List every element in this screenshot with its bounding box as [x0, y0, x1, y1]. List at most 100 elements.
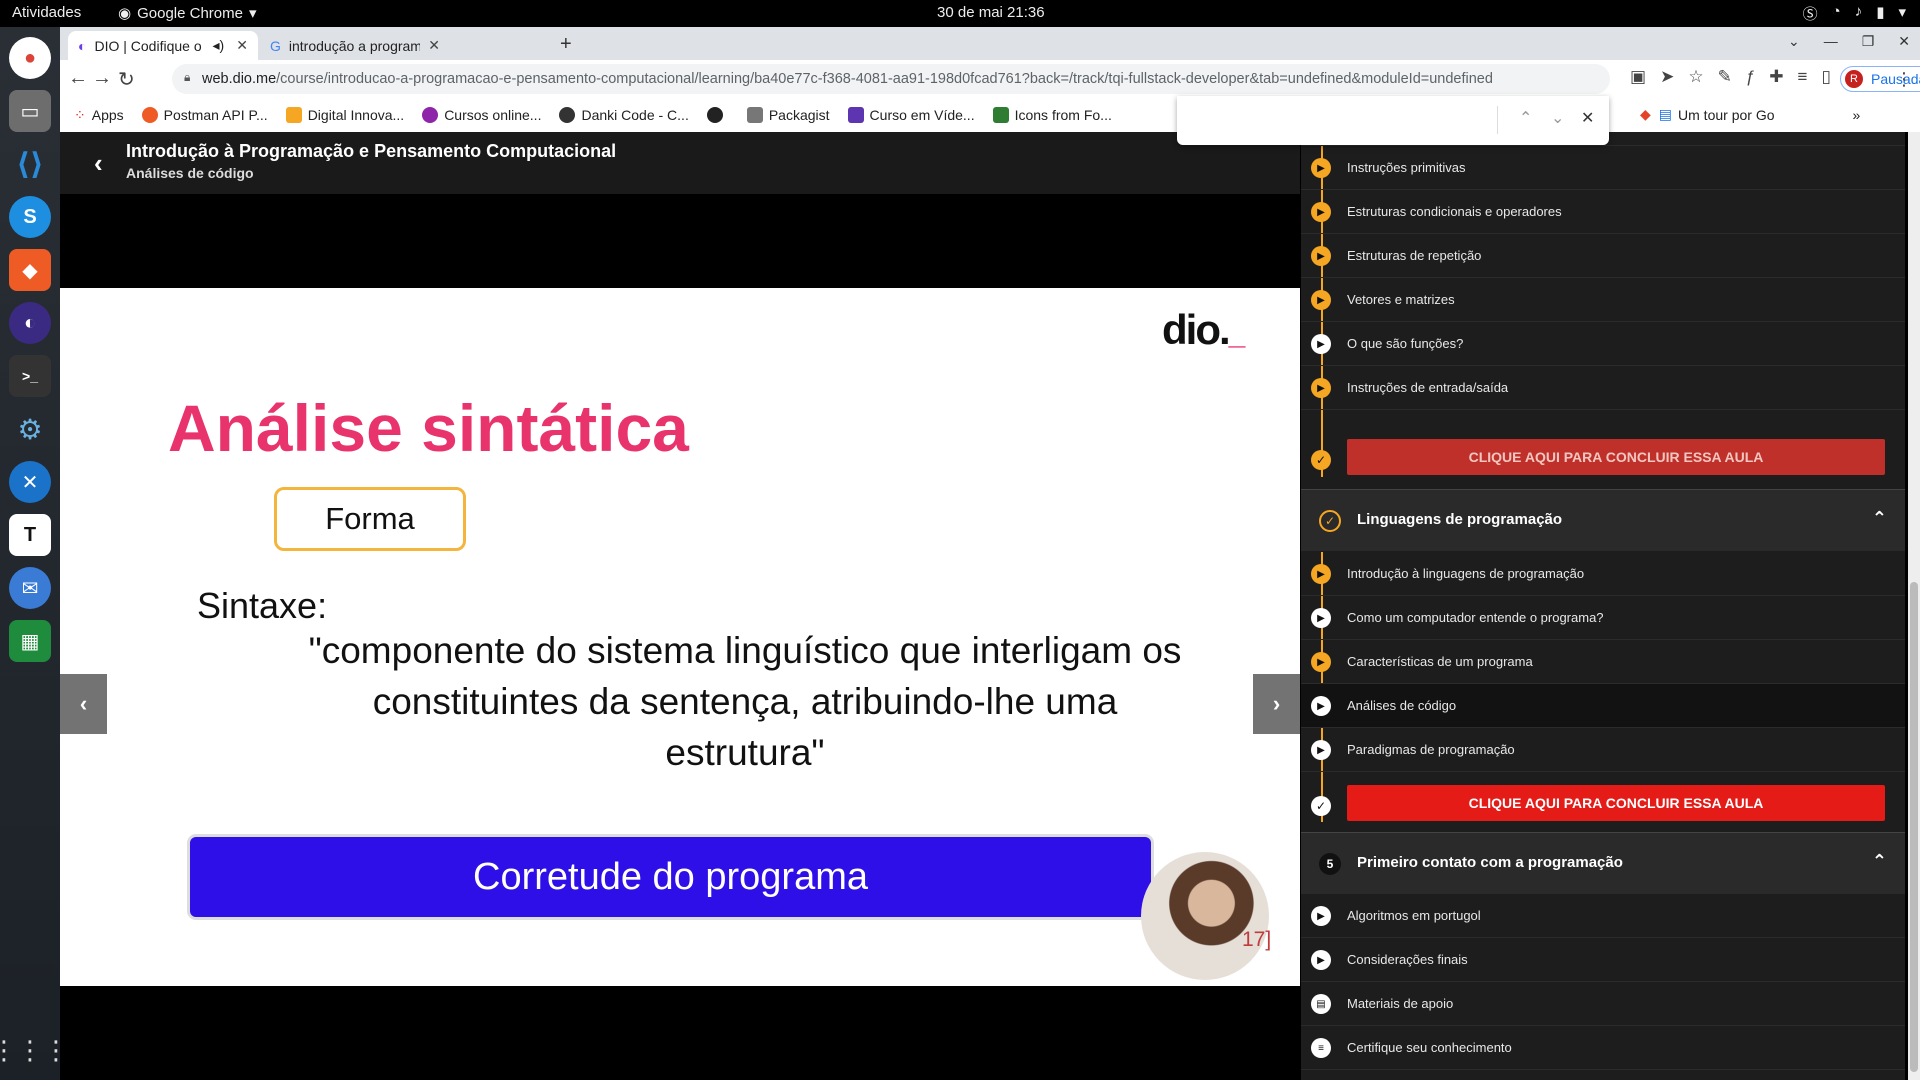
bookmark-cursos[interactable]: Cursos online... [422, 107, 541, 123]
lesson-item[interactable]: ≡ Certifique seu conhecimento [1301, 1026, 1905, 1070]
chevron-up-icon[interactable]: ⌃ [1872, 851, 1887, 872]
new-tab-icon[interactable]: + [560, 33, 572, 56]
skype-tray-icon[interactable]: Ⓢ [1803, 3, 1818, 24]
system-topbar: Atividades ◉ Google Chrome ▾ 30 de mai 21:… [0, 0, 1920, 27]
bookmark-postman[interactable]: Postman API P... [141, 107, 268, 123]
lesson-label: Introdução à linguagens de programação [1347, 566, 1585, 581]
audio-icon[interactable]: ◂) [212, 37, 224, 54]
bookmark-label: Icons from Fo... [1014, 107, 1112, 123]
vscode-dock-icon[interactable]: ⟨⟩ [9, 143, 51, 185]
chrome-dock-icon[interactable]: ● [9, 37, 51, 79]
formula-icon[interactable]: ƒ [1746, 67, 1755, 87]
play-icon: ▶ [1311, 906, 1331, 926]
forma-bubble: Forma [274, 487, 466, 551]
lesson-item[interactable]: ▶ Instruções de entrada/saída [1301, 366, 1905, 410]
lesson-item[interactable]: ▶ Estruturas condicionais e operadores [1301, 190, 1905, 234]
chevron-up-icon[interactable]: ⌃ [1872, 508, 1887, 529]
postman-icon [141, 107, 158, 123]
address-bar[interactable]: web.dio.me/course/introducao-a-programac… [172, 64, 1610, 94]
lesson-item[interactable]: ▶ Paradigmas de programação [1301, 728, 1905, 772]
bookmark-github[interactable] [706, 107, 729, 123]
bookmark-apps[interactable]: ⁘ Apps [74, 107, 124, 124]
minimize-icon[interactable]: — [1824, 33, 1838, 50]
thunderbird-dock-icon[interactable]: ✉ [9, 567, 51, 609]
postman-dock-icon[interactable]: ◆ [9, 249, 51, 291]
extensions-icon[interactable]: ✚ [1769, 67, 1783, 87]
back-arrow-icon[interactable]: ‹ [94, 148, 103, 179]
video-slide[interactable]: dio._ Análise sintática Forma Sintaxe: "… [60, 288, 1300, 986]
lesson-item[interactable]: ▤ Materiais de apoio [1301, 982, 1905, 1026]
reload-icon[interactable]: ↻ [118, 67, 135, 92]
compass-dock-icon[interactable]: ✕ [9, 461, 51, 503]
media-icon[interactable]: ≡ [1798, 67, 1808, 87]
lesson-item-current[interactable]: ▶ Análises de código [1301, 684, 1905, 728]
page-scrollbar[interactable] [1908, 132, 1920, 1080]
find-next-icon[interactable]: ⌄ [1551, 108, 1564, 128]
lesson-item[interactable]: ▶ Considerações finais [1301, 938, 1905, 982]
forward-icon[interactable]: → [92, 67, 112, 90]
tab-search-icon[interactable]: ⌄ [1788, 33, 1800, 50]
skype-dock-icon[interactable]: S [9, 196, 51, 238]
bookmark-label: Danki Code - C... [581, 107, 689, 123]
bookmark-label: Digital Innova... [307, 107, 405, 123]
system-tray[interactable]: Ⓢ ◔ ♪ ▮ ▾ [1803, 3, 1906, 24]
lesson-label: Materiais de apoio [1347, 996, 1454, 1011]
lesson-item[interactable]: ▶ Características de um programa [1301, 640, 1905, 684]
close-tab-icon[interactable]: ✕ [428, 37, 440, 54]
slide-title: Análise sintática [168, 391, 689, 465]
more-bookmarks-icon[interactable]: » [1853, 107, 1861, 123]
close-tab-icon[interactable]: ✕ [236, 37, 248, 54]
bookmark-star-icon[interactable]: ☆ [1688, 67, 1703, 87]
bookmark-dio[interactable]: Digital Innova... [285, 107, 405, 123]
lock-icon[interactable]: 🔒︎ [184, 70, 190, 85]
module-header[interactable]: ✓ Linguagens de programação ⌃ [1301, 489, 1905, 551]
module-header[interactable]: 5 Primeiro contato com a programação ⌃ [1301, 832, 1905, 894]
bookmark-danki[interactable]: Danki Code - C... [559, 107, 689, 123]
lesson-item[interactable]: ▶ Como um computador entende o programa? [1301, 596, 1905, 640]
lesson-item[interactable]: ▶ O que são funções? [1301, 322, 1905, 366]
tour-bookmark[interactable]: ▤ Um tour por Go [1659, 106, 1775, 123]
spreadsheet-dock-icon[interactable]: ▦ [9, 620, 51, 662]
more-menu-icon[interactable]: ⋮ [1895, 69, 1913, 90]
document-icon: ▤ [1311, 994, 1331, 1014]
prev-lesson-button[interactable]: ‹ [60, 674, 107, 734]
restore-icon[interactable]: ❐ [1862, 33, 1875, 50]
files-dock-icon[interactable]: ▭ [9, 90, 51, 132]
save-page-icon[interactable]: ▣ [1630, 67, 1646, 87]
bookmark-icons[interactable]: Icons from Fo... [992, 107, 1112, 123]
sidepanel-icon[interactable]: ▯ [1821, 67, 1830, 87]
app-menu[interactable]: ◉ Google Chrome ▾ [118, 4, 257, 23]
close-window-icon[interactable]: ✕ [1898, 33, 1910, 50]
module-number: 5 [1319, 853, 1341, 875]
show-apps-icon[interactable]: ⋮⋮⋮ [0, 1035, 69, 1066]
find-prev-icon[interactable]: ⌃ [1519, 108, 1532, 128]
find-input[interactable] [1187, 106, 1487, 134]
lesson-item[interactable]: ▶ Vetores e matrizes [1301, 278, 1905, 322]
settings-dock-icon[interactable]: ⚙ [9, 408, 51, 450]
find-close-icon[interactable]: ✕ [1581, 108, 1594, 128]
complete-lesson-button[interactable]: CLIQUE AQUI PARA CONCLUIR ESSA AULA [1347, 439, 1885, 475]
clock[interactable]: 30 de mai 21:36 [937, 4, 1045, 21]
lesson-item[interactable]: ▶ Instruções primitivas [1301, 146, 1905, 190]
bookmark-packagist[interactable]: Packagist [746, 107, 830, 123]
gitlab-icon[interactable]: ◆ [1640, 106, 1651, 123]
bookmark-cursoemvideo[interactable]: Curso em Víde... [847, 107, 975, 123]
tab-dio[interactable]: ◐ DIO | Codifique o seu f ◂) ✕ [68, 31, 258, 60]
terminal-dock-icon[interactable]: >_ [9, 355, 51, 397]
play-icon: ▶ [1311, 608, 1331, 628]
send-icon[interactable]: ➤ [1660, 67, 1674, 87]
typora-dock-icon[interactable]: T [9, 514, 51, 556]
dbeaver-dock-icon[interactable]: ◐ [9, 302, 51, 344]
complete-lesson-button[interactable]: CLIQUE AQUI PARA CONCLUIR ESSA AULA [1347, 785, 1885, 821]
lesson-item[interactable]: ▶ Estruturas de repetição [1301, 234, 1905, 278]
next-lesson-button[interactable]: › [1253, 674, 1300, 734]
lesson-item[interactable]: ▶ Algoritmos em portugol [1301, 894, 1905, 938]
check-icon: ✓ [1311, 450, 1331, 470]
eyedropper-icon[interactable]: ✎ [1718, 67, 1732, 87]
tab-google[interactable]: G introdução a programaçã ✕ [260, 31, 450, 60]
back-icon[interactable]: ← [68, 67, 88, 90]
scroll-thumb[interactable] [1910, 582, 1918, 1072]
github-icon [706, 107, 723, 123]
lesson-item[interactable]: ▶ Introdução à linguagens de programação [1301, 552, 1905, 596]
activities-button[interactable]: Atividades [12, 4, 81, 21]
